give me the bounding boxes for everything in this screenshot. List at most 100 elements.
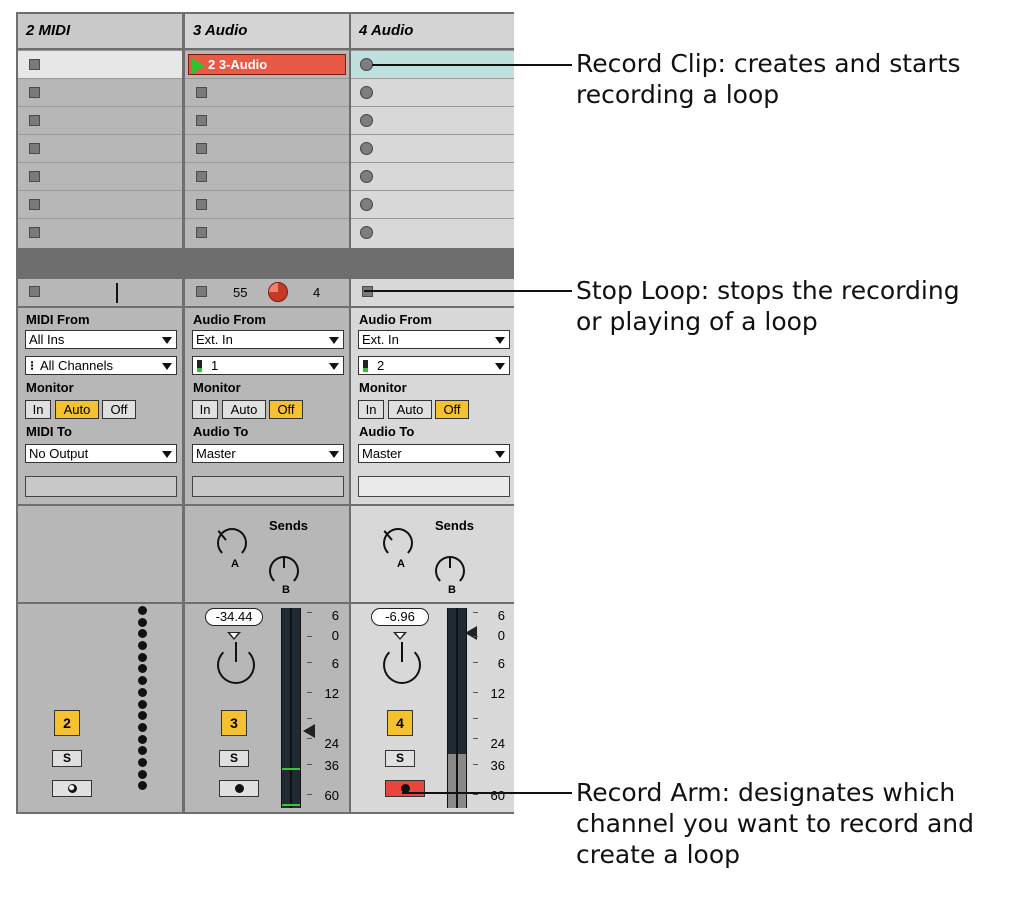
stop-square-icon[interactable] xyxy=(29,87,40,98)
to-value: Master xyxy=(362,446,402,461)
clip-slot[interactable] xyxy=(18,50,182,78)
clip-slot[interactable] xyxy=(18,134,182,162)
volume-marker-icon xyxy=(227,632,241,640)
clip-slot[interactable] xyxy=(18,78,182,106)
to-select[interactable]: Master xyxy=(192,444,344,463)
monitor-in-button[interactable]: In xyxy=(192,400,218,419)
monitor-auto-button[interactable]: Auto xyxy=(222,400,266,419)
stop-square-icon[interactable] xyxy=(196,171,207,182)
pan-knob[interactable] xyxy=(383,642,421,684)
audio-clip[interactable]: 2 3-Audio xyxy=(188,54,346,75)
stop-square-icon[interactable] xyxy=(29,227,40,238)
track-header[interactable]: 4 Audio xyxy=(351,14,514,48)
output-channel-box[interactable] xyxy=(25,476,177,497)
loop-length: 4 xyxy=(313,285,321,300)
clip-slot[interactable] xyxy=(185,218,349,248)
clip-slot[interactable] xyxy=(18,162,182,190)
from-select[interactable]: All Ins xyxy=(25,330,177,349)
to-label: Audio To xyxy=(193,424,249,439)
pan-knob[interactable] xyxy=(217,642,255,684)
stop-square-icon[interactable] xyxy=(29,171,40,182)
record-clip-circle-icon[interactable] xyxy=(360,170,373,183)
record-clip-slot[interactable] xyxy=(351,134,514,162)
stop-square-icon[interactable] xyxy=(196,115,207,126)
clip-slot[interactable] xyxy=(185,78,349,106)
scale-tick: 6 xyxy=(497,608,505,623)
record-clip-slot[interactable] xyxy=(351,162,514,190)
track-activator-button[interactable]: 3 xyxy=(221,710,247,736)
stop-square-icon[interactable] xyxy=(196,87,207,98)
record-clip-slot[interactable] xyxy=(351,218,514,248)
solo-button[interactable]: S xyxy=(385,750,415,767)
scale-tick: 6 xyxy=(331,608,339,623)
clip-slot[interactable] xyxy=(18,190,182,218)
from-select[interactable]: Ext. In xyxy=(358,330,510,349)
monitor-off-button[interactable]: Off xyxy=(102,400,136,419)
monitor-in-button[interactable]: In xyxy=(25,400,51,419)
record-clip-circle-icon[interactable] xyxy=(360,86,373,99)
stop-square-icon[interactable] xyxy=(196,227,207,238)
stop-button[interactable] xyxy=(29,286,40,297)
monitor-in-button[interactable]: In xyxy=(358,400,384,419)
fader-triangle-icon[interactable] xyxy=(303,724,315,738)
record-arm-button[interactable] xyxy=(219,780,259,797)
send-b-knob[interactable] xyxy=(269,556,299,586)
clip-slot[interactable] xyxy=(185,190,349,218)
track-activator-button[interactable]: 2 xyxy=(54,710,80,736)
record-arm-button[interactable] xyxy=(385,780,425,797)
record-arm-button[interactable] xyxy=(52,780,92,797)
monitor-auto-button[interactable]: Auto xyxy=(388,400,432,419)
monitor-off-button[interactable]: Off xyxy=(435,400,469,419)
volume-readout[interactable]: -6.96 xyxy=(371,608,429,626)
stop-square-icon[interactable] xyxy=(29,143,40,154)
channel-select[interactable]: ⁝ All Channels xyxy=(25,356,177,375)
stop-square-icon[interactable] xyxy=(196,199,207,210)
channel-select[interactable]: 1 xyxy=(192,356,344,375)
solo-button[interactable]: S xyxy=(52,750,82,767)
stop-square-icon[interactable] xyxy=(29,199,40,210)
clip-slot[interactable] xyxy=(185,106,349,134)
send-a-label: A xyxy=(397,558,405,570)
volume-readout[interactable]: -34.44 xyxy=(205,608,263,626)
fader-triangle-icon[interactable] xyxy=(465,626,477,640)
from-select[interactable]: Ext. In xyxy=(192,330,344,349)
track-activator-button[interactable]: 4 xyxy=(387,710,413,736)
clip-slot-playing[interactable]: 2 3-Audio xyxy=(185,50,349,78)
record-clip-circle-icon[interactable] xyxy=(360,142,373,155)
chevron-down-icon xyxy=(495,337,505,344)
monitor-auto-button[interactable]: Auto xyxy=(55,400,99,419)
play-icon xyxy=(192,58,205,74)
to-select[interactable]: Master xyxy=(358,444,510,463)
send-b-knob[interactable] xyxy=(435,556,465,586)
record-clip-circle-icon[interactable] xyxy=(360,198,373,211)
record-clip-circle-icon[interactable] xyxy=(360,114,373,127)
channel-select[interactable]: 2 xyxy=(358,356,510,375)
track-3-audio: 3 Audio 2 3-Audio 55 4 Audio From Ext. I… xyxy=(185,14,349,812)
stop-square-icon[interactable] xyxy=(29,59,40,70)
stop-square-icon[interactable] xyxy=(196,143,207,154)
clip-slot[interactable] xyxy=(185,162,349,190)
track-header[interactable]: 3 Audio xyxy=(185,14,349,48)
record-clip-slot[interactable] xyxy=(351,190,514,218)
record-icon xyxy=(68,784,77,793)
output-channel-box[interactable] xyxy=(358,476,510,497)
channel-icon: ⁝ xyxy=(30,358,35,373)
send-a-knob[interactable] xyxy=(217,528,247,558)
monitor-label: Monitor xyxy=(359,380,407,395)
record-clip-slot[interactable] xyxy=(351,78,514,106)
track-header[interactable]: 2 MIDI xyxy=(18,14,182,48)
output-channel-box[interactable] xyxy=(192,476,344,497)
stop-button[interactable] xyxy=(196,286,207,297)
stop-square-icon[interactable] xyxy=(29,115,40,126)
record-clip-circle-icon[interactable] xyxy=(360,226,373,239)
send-a-knob[interactable] xyxy=(383,528,413,558)
clip-slot[interactable] xyxy=(18,106,182,134)
clip-slot[interactable] xyxy=(185,134,349,162)
clip-slot[interactable] xyxy=(18,218,182,248)
channel-value: All Channels xyxy=(40,358,113,373)
mixer-section: -34.44 6 0 6 12 24 36 60 3 S xyxy=(185,604,349,812)
to-select[interactable]: No Output xyxy=(25,444,177,463)
monitor-off-button[interactable]: Off xyxy=(269,400,303,419)
solo-button[interactable]: S xyxy=(219,750,249,767)
record-clip-slot[interactable] xyxy=(351,106,514,134)
